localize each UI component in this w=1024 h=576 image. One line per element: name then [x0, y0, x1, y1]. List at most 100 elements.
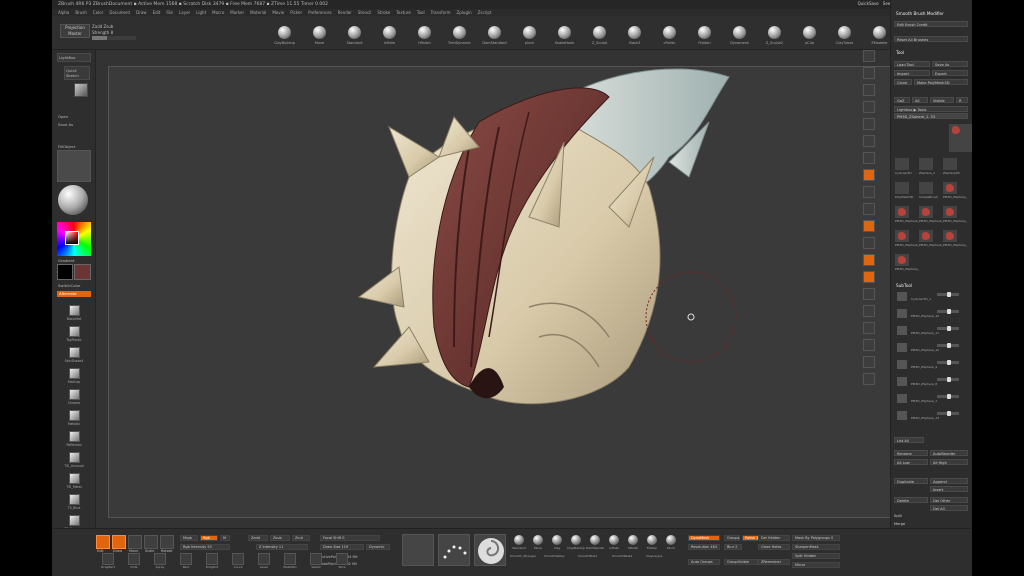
zsub-button[interactable]: Zsub	[270, 535, 290, 541]
stroke-rect[interactable]: Rect	[174, 553, 198, 569]
brush-hpolish[interactable]: hPolish	[407, 26, 442, 45]
rename-button[interactable]: Rename	[894, 450, 928, 456]
tool-thumbnail[interactable]	[919, 206, 933, 218]
color-square[interactable]	[65, 231, 79, 245]
material-ts_blue[interactable]: TS_Blue	[62, 494, 86, 510]
brush-snakehook[interactable]: SnakeHook	[547, 26, 582, 45]
secondary-color-swatch[interactable]	[57, 264, 73, 280]
menu-macro[interactable]: Macro	[212, 10, 224, 15]
all-low-button[interactable]: All Low	[894, 459, 928, 465]
save-as-button[interactable]: Save As	[58, 122, 73, 127]
make-polymesh-button[interactable]: Make PolyMesh3D	[914, 79, 968, 85]
menu-light[interactable]: Light	[196, 10, 206, 15]
m-button[interactable]: M	[220, 535, 230, 541]
delete-button[interactable]: Delete	[894, 497, 928, 503]
del-hidden-button[interactable]: Del Hidden	[758, 535, 790, 541]
draw-mode-button[interactable]	[112, 535, 126, 549]
material-metallic[interactable]: Metallic	[62, 410, 86, 426]
menu-material[interactable]: Material	[250, 10, 266, 15]
color-picker[interactable]	[57, 222, 91, 256]
tool-thumbnail[interactable]	[895, 206, 909, 218]
brush-cpolish[interactable]: cPolish	[652, 26, 687, 45]
menu-stroke[interactable]: Stroke	[377, 10, 390, 15]
zcut-button[interactable]: Zcut	[292, 535, 310, 541]
stroke-slice[interactable]: Slice	[330, 553, 354, 569]
tray-bpr-button[interactable]	[863, 50, 875, 62]
material-tsi_unusual[interactable]: TSI_Unusual	[62, 452, 86, 468]
tool-thumbnail[interactable]	[943, 182, 957, 194]
current-brush-icon[interactable]	[402, 534, 434, 566]
menu-stencil[interactable]: Stencil	[358, 10, 372, 15]
subtool-row[interactable]: PM3D_ZSphere_9	[897, 360, 963, 370]
material-reflected[interactable]: Reflected	[62, 431, 86, 447]
edit-mode-button[interactable]	[96, 535, 110, 549]
bottom-brush-standard[interactable]: Standard	[510, 534, 528, 550]
lightbox-tools-button[interactable]: Lightbox ▶ Tools	[894, 106, 968, 112]
merge-button[interactable]: Merge	[894, 522, 905, 526]
mask-by-polygroups-slider[interactable]: Mask By Polygroups 0	[792, 535, 840, 541]
brush-trimdynamic[interactable]: TrimDynamic	[442, 26, 477, 45]
menu-brush[interactable]: Brush	[75, 10, 87, 15]
subtool-visibility-toggle[interactable]	[937, 394, 959, 399]
brush-pclip[interactable]: pClip	[792, 26, 827, 45]
material-tsi_metal[interactable]: TSI_Metal	[62, 473, 86, 489]
subtool-visibility-toggle[interactable]	[937, 343, 959, 348]
menu-preferences[interactable]: Preferences	[308, 10, 332, 15]
material-basicmat[interactable]: BasicMat	[62, 305, 86, 321]
goz-button[interactable]: GoZ	[894, 97, 910, 103]
menu-movie[interactable]: Movie	[272, 10, 284, 15]
document-canvas[interactable]	[108, 66, 896, 518]
brush-claytubes[interactable]: ClayTubes	[827, 26, 862, 45]
brush-flatten[interactable]: Flatten	[687, 26, 722, 45]
subtool-visibility-toggle[interactable]	[937, 326, 959, 331]
subtool-row[interactable]: PM3D_ZSphere_10	[897, 343, 963, 353]
tray-transp-button[interactable]	[863, 322, 875, 334]
menu-zscript[interactable]: Zscript	[478, 10, 492, 15]
duplicate-button[interactable]: Duplicate	[894, 478, 928, 484]
menu-transform[interactable]: Transform	[431, 10, 451, 15]
menu-render[interactable]: Render	[338, 10, 352, 15]
smooth-brush-label[interactable]: SmoothPeaks	[612, 554, 644, 558]
bottom-brush-claybuildup[interactable]: ClayBuildup	[567, 534, 585, 550]
tray-spix-3-button[interactable]	[863, 67, 875, 79]
tool-thumbnail[interactable]	[943, 230, 957, 242]
main-color-swatch[interactable]	[74, 264, 91, 280]
smooth-brush-label[interactable]: ClayLayers	[646, 554, 678, 558]
current-tool-thumbnail[interactable]	[949, 124, 972, 152]
brush-dynamesh[interactable]: Dynamesh	[722, 26, 757, 45]
resolution-slider[interactable]: Resolution 464	[688, 544, 720, 550]
r-button[interactable]: R	[956, 97, 968, 103]
tray-floor-button[interactable]	[863, 186, 875, 198]
subtool-visibility-toggle[interactable]	[937, 411, 959, 416]
sharpen-mask-button[interactable]: SharpenMask	[792, 544, 840, 550]
material-matcap[interactable]: MatCap	[62, 368, 86, 384]
brush-claybuildup[interactable]: ClayBuildup	[267, 26, 302, 45]
subtool-row[interactable]: PM3D_ZSphere_12	[897, 309, 963, 319]
dynamesh-button[interactable]: DynaMesh	[688, 535, 720, 541]
tool-thumbnail[interactable]	[919, 158, 933, 170]
menu-tool[interactable]: Tool	[417, 10, 425, 15]
scale-mode-button[interactable]	[144, 535, 158, 549]
open-button[interactable]: Open	[58, 114, 68, 119]
tray-dynamic-button[interactable]	[863, 152, 875, 164]
tray-persp-button[interactable]	[863, 169, 875, 181]
switch-color-label[interactable]: SwitchColor	[58, 283, 80, 288]
brush-move[interactable]: Move	[302, 26, 337, 45]
groups-button[interactable]: Groups	[724, 535, 740, 541]
menu-draw[interactable]: Draw	[136, 10, 146, 15]
stroke-dots[interactable]: Dots	[122, 553, 146, 569]
tray-local-button[interactable]	[863, 203, 875, 215]
gradient-label[interactable]: Gradient	[58, 258, 75, 263]
stroke-spray[interactable]: Spray	[148, 553, 172, 569]
subtool-visibility-toggle[interactable]	[937, 377, 959, 382]
stroke-lasso[interactable]: Lasso	[252, 553, 276, 569]
alpha-swirl-icon[interactable]	[474, 534, 506, 566]
bottom-brush-move[interactable]: Move	[529, 534, 547, 550]
quicksave-button[interactable]: QuickSave	[858, 1, 879, 6]
alternate-button[interactable]: Alternate	[57, 291, 91, 297]
brush-slash3[interactable]: Slash3	[617, 26, 652, 45]
clone-button[interactable]: Clone	[894, 79, 912, 85]
dynamic-button[interactable]: Dynamic	[366, 544, 390, 550]
brush-standard[interactable]: Standard	[337, 26, 372, 45]
edit-brush-credit-button[interactable]: Edit Brush Credit	[894, 21, 968, 27]
